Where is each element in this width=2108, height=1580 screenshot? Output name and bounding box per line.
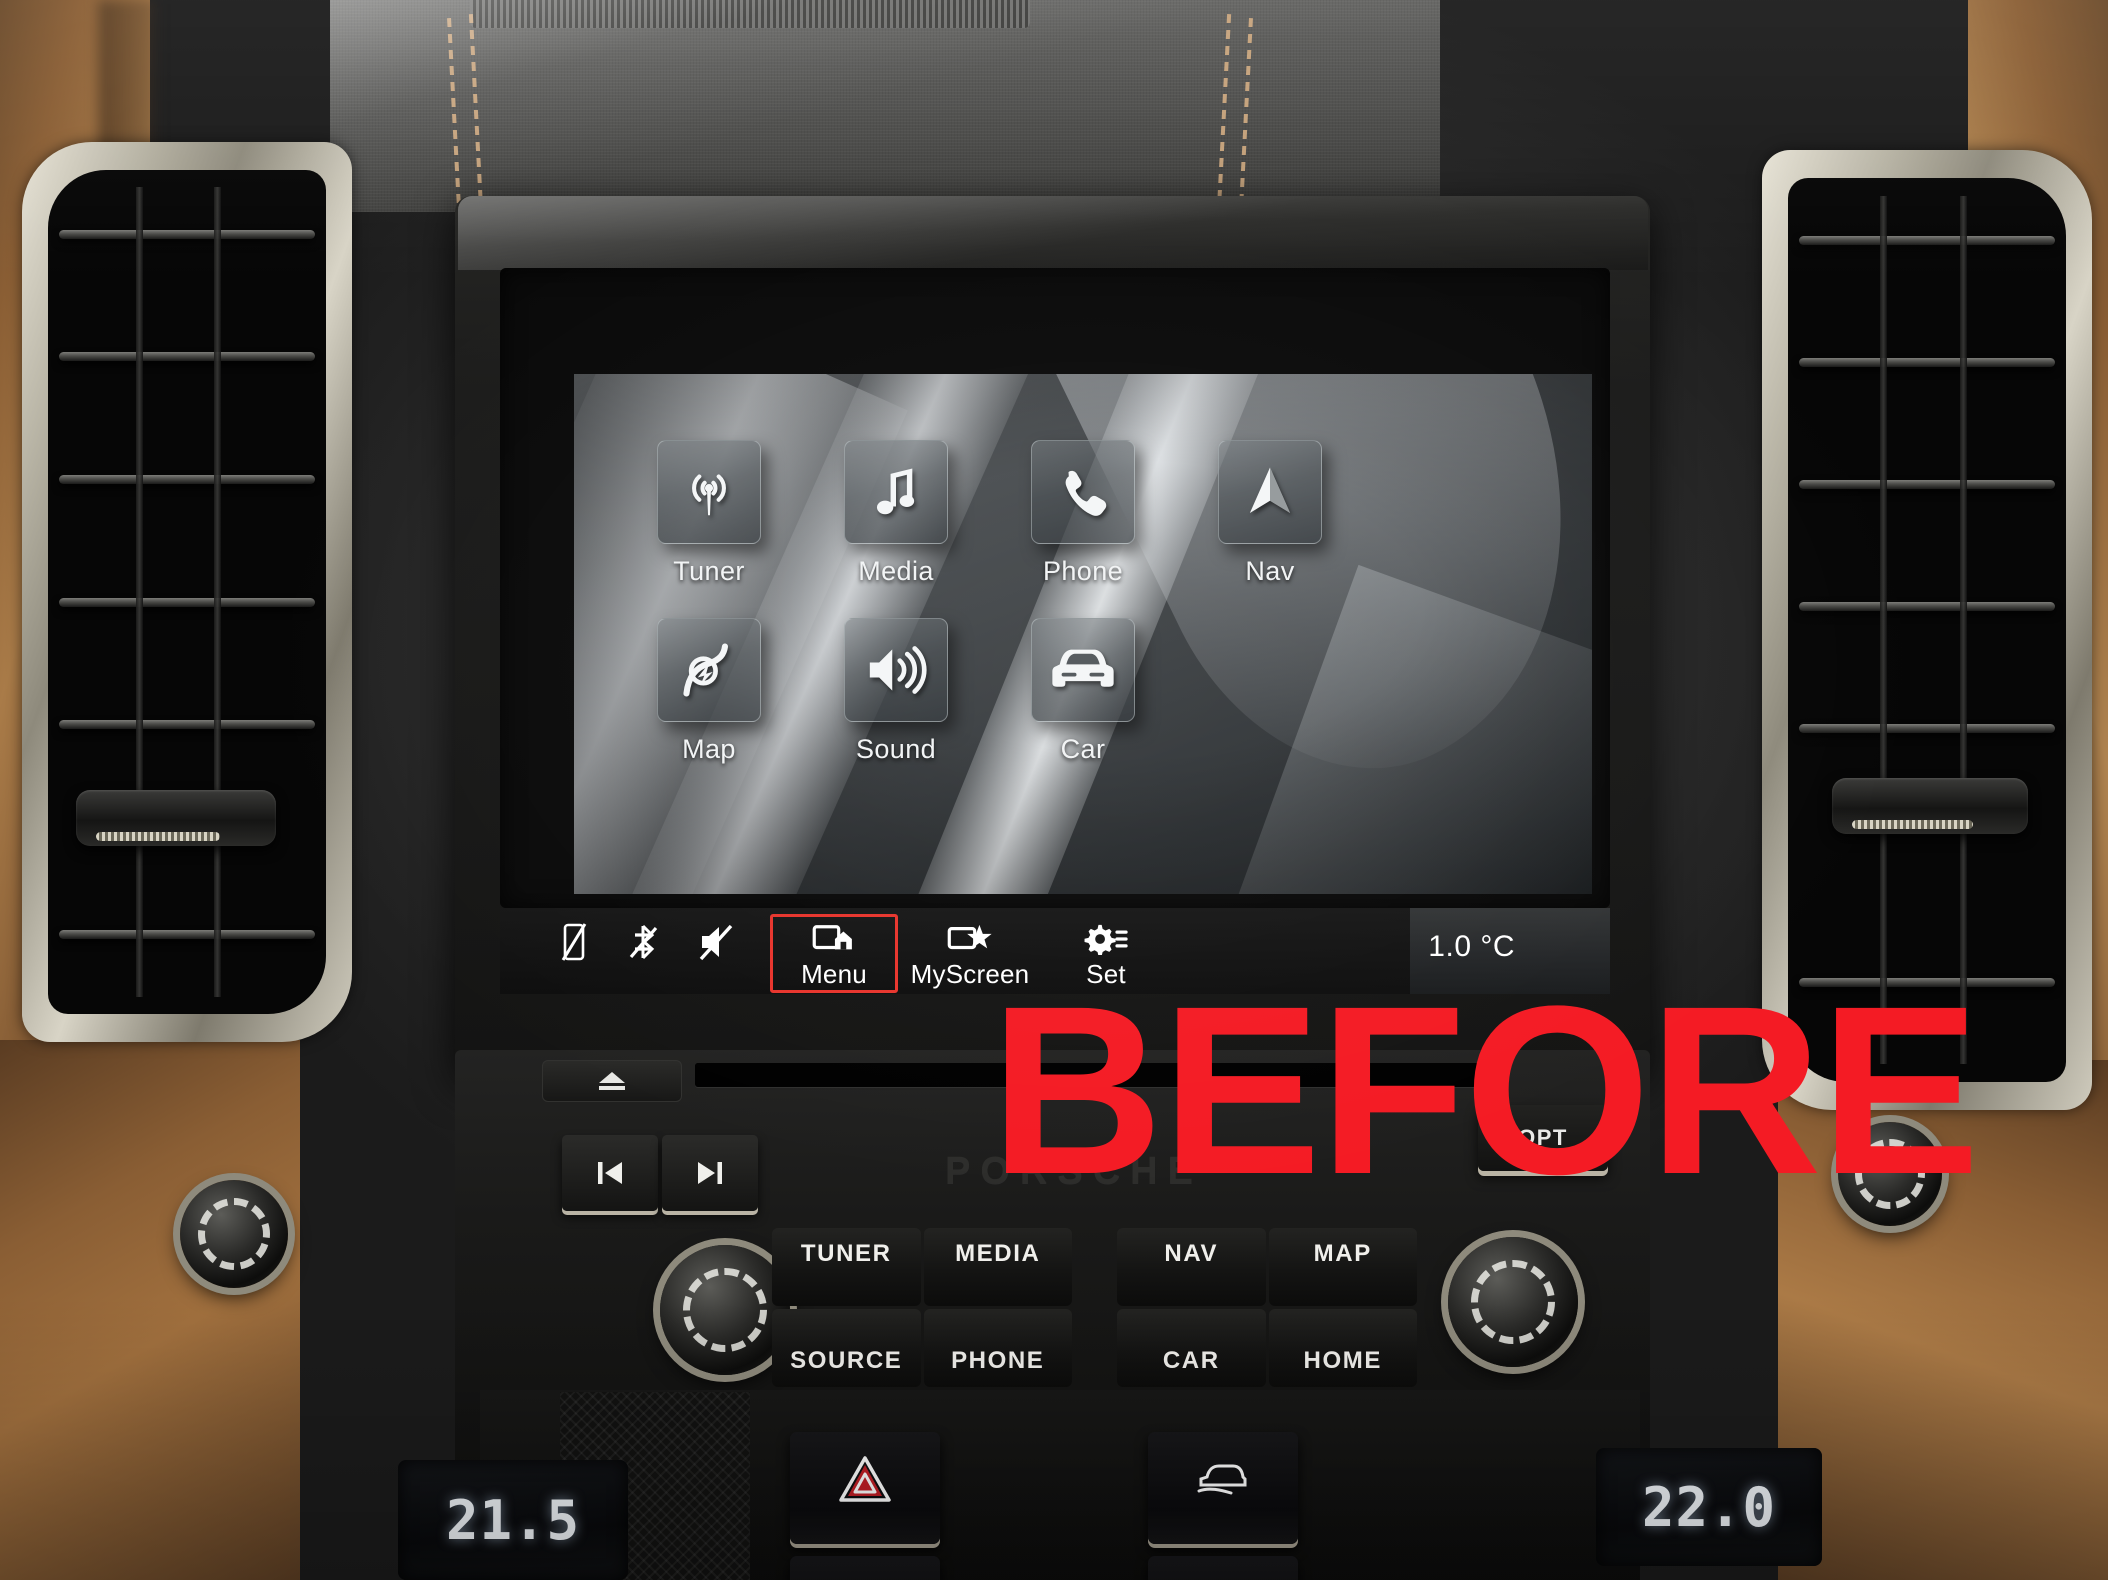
next-track-icon <box>698 1162 722 1184</box>
eject-button[interactable] <box>542 1060 682 1102</box>
status-bar-menu-button[interactable]: Menu <box>770 914 898 993</box>
app-tile-nav[interactable]: Nav <box>1195 440 1345 587</box>
music-note-icon <box>876 468 915 515</box>
hard-button-tuner[interactable]: TUNER <box>772 1228 921 1306</box>
app-label: Nav <box>1245 556 1295 586</box>
vent-slat[interactable] <box>59 930 315 939</box>
app-label: Tuner <box>673 556 745 586</box>
vent-slat[interactable] <box>1799 602 2055 611</box>
hard-button-phone[interactable]: PHONE <box>923 1309 1072 1387</box>
vent-slat[interactable] <box>59 598 315 607</box>
bluetooth-disabled-icon <box>629 924 658 960</box>
car-tile-surface[interactable] <box>1031 618 1135 722</box>
right-climate-display: 22.0 <box>1596 1448 1822 1566</box>
vent-slat[interactable] <box>1799 358 2055 367</box>
app-label: Sound <box>855 734 937 764</box>
hard-button-source[interactable]: SOURCE <box>772 1309 921 1387</box>
left-air-vent[interactable] <box>48 170 326 1014</box>
phone-handset-icon <box>1065 470 1107 516</box>
media-tile-surface[interactable] <box>844 440 948 544</box>
left-climate-display: 21.5 <box>398 1460 628 1580</box>
hard-button-home[interactable]: HOME <box>1268 1309 1417 1387</box>
hard-button-nav[interactable]: NAV <box>1117 1228 1266 1306</box>
tune-knob[interactable] <box>1448 1237 1578 1367</box>
upper-dashboard-pad <box>330 0 1440 212</box>
app-label: Media <box>858 556 934 586</box>
vent-vane[interactable] <box>1880 196 1887 1064</box>
navigation-arrow-icon <box>1249 467 1291 513</box>
gear-settings-icon <box>1042 920 1170 958</box>
hazard-lights-button[interactable] <box>790 1432 940 1544</box>
track-skip-buttons <box>560 1135 760 1211</box>
rear-defrost-button[interactable] <box>1148 1556 1298 1580</box>
car-skid-icon <box>1197 1464 1247 1495</box>
app-tile-tuner[interactable]: Tuner <box>634 440 784 587</box>
radio-antenna-icon <box>692 474 726 516</box>
pcm-touchscreen[interactable]: Tuner Media Phone Nav Map Sound Car <box>574 374 1592 894</box>
right-vent-thumbwheel[interactable] <box>1832 778 2028 834</box>
phone-disabled-icon <box>561 923 587 961</box>
app-label: Car <box>1060 734 1106 764</box>
head-unit-top-lip <box>458 196 1648 270</box>
before-annotation: BEFORE <box>990 956 1980 1224</box>
app-label: Map <box>682 734 736 764</box>
menu-home-icon <box>773 920 895 958</box>
app-tile-sound[interactable]: Sound <box>821 618 971 765</box>
right-climate-value: 22.0 <box>1641 1475 1777 1539</box>
hazard-triangle-icon <box>839 1456 891 1502</box>
vent-slat[interactable] <box>1799 724 2055 733</box>
dash-speaker-grille <box>470 0 1030 28</box>
status-bar-label: Menu <box>801 959 867 989</box>
app-tile-map[interactable]: Map <box>634 618 784 765</box>
right-hard-button-group: NAV MAP CAR HOME <box>1117 1228 1417 1388</box>
left-climate-value: 21.5 <box>445 1488 581 1552</box>
vent-slat[interactable] <box>1799 236 2055 245</box>
app-label: Phone <box>1042 556 1124 586</box>
previous-track-button[interactable] <box>562 1135 658 1211</box>
car-front-icon <box>1052 649 1114 687</box>
left-lower-leather-trim <box>0 1040 300 1580</box>
vent-vane[interactable] <box>136 186 143 998</box>
app-tile-phone[interactable]: Phone <box>1008 440 1158 587</box>
hard-button-media[interactable]: MEDIA <box>923 1228 1072 1306</box>
vent-slat[interactable] <box>59 352 315 361</box>
next-track-button[interactable] <box>662 1135 758 1211</box>
hard-button-car[interactable]: CAR <box>1117 1309 1266 1387</box>
screen-star-icon <box>906 920 1034 958</box>
vent-vane[interactable] <box>214 186 221 998</box>
map-route-icon <box>683 643 729 697</box>
head-unit-hard-buttons: TUNER MEDIA SOURCE PHONE NAV MAP CAR HOM… <box>772 1228 1422 1393</box>
vent-slat[interactable] <box>59 230 315 239</box>
right-air-vent[interactable] <box>1788 178 2066 1082</box>
mute-icon <box>699 924 733 961</box>
volume-knob[interactable] <box>660 1245 790 1375</box>
speaker-waves-icon <box>869 646 927 694</box>
vent-slat[interactable] <box>59 475 315 484</box>
nav-tile-surface[interactable] <box>1218 440 1322 544</box>
home-app-grid: Tuner Media Phone Nav Map Sound Car <box>574 374 1592 894</box>
psm-traction-button[interactable] <box>1148 1432 1298 1544</box>
left-vent-rotary-control[interactable] <box>180 1180 288 1288</box>
previous-track-icon <box>598 1162 622 1184</box>
map-tile-surface[interactable] <box>657 618 761 722</box>
left-vent-thumbwheel[interactable] <box>76 790 276 846</box>
front-defrost-button[interactable] <box>790 1556 940 1580</box>
left-hard-button-group: TUNER MEDIA SOURCE PHONE <box>772 1228 1072 1388</box>
vent-slat[interactable] <box>1799 480 2055 489</box>
sound-tile-surface[interactable] <box>844 618 948 722</box>
tuner-tile-surface[interactable] <box>657 440 761 544</box>
eject-icon <box>599 1072 625 1090</box>
app-tile-media[interactable]: Media <box>821 440 971 587</box>
hard-button-map[interactable]: MAP <box>1268 1228 1417 1306</box>
car-infotainment-photo: Tuner Media Phone Nav Map Sound Car Menu… <box>0 0 2108 1580</box>
vent-vane[interactable] <box>1960 196 1967 1064</box>
vent-slat[interactable] <box>59 720 315 729</box>
phone-tile-surface[interactable] <box>1031 440 1135 544</box>
status-indicator-group <box>560 922 736 962</box>
app-tile-car[interactable]: Car <box>1008 618 1158 765</box>
